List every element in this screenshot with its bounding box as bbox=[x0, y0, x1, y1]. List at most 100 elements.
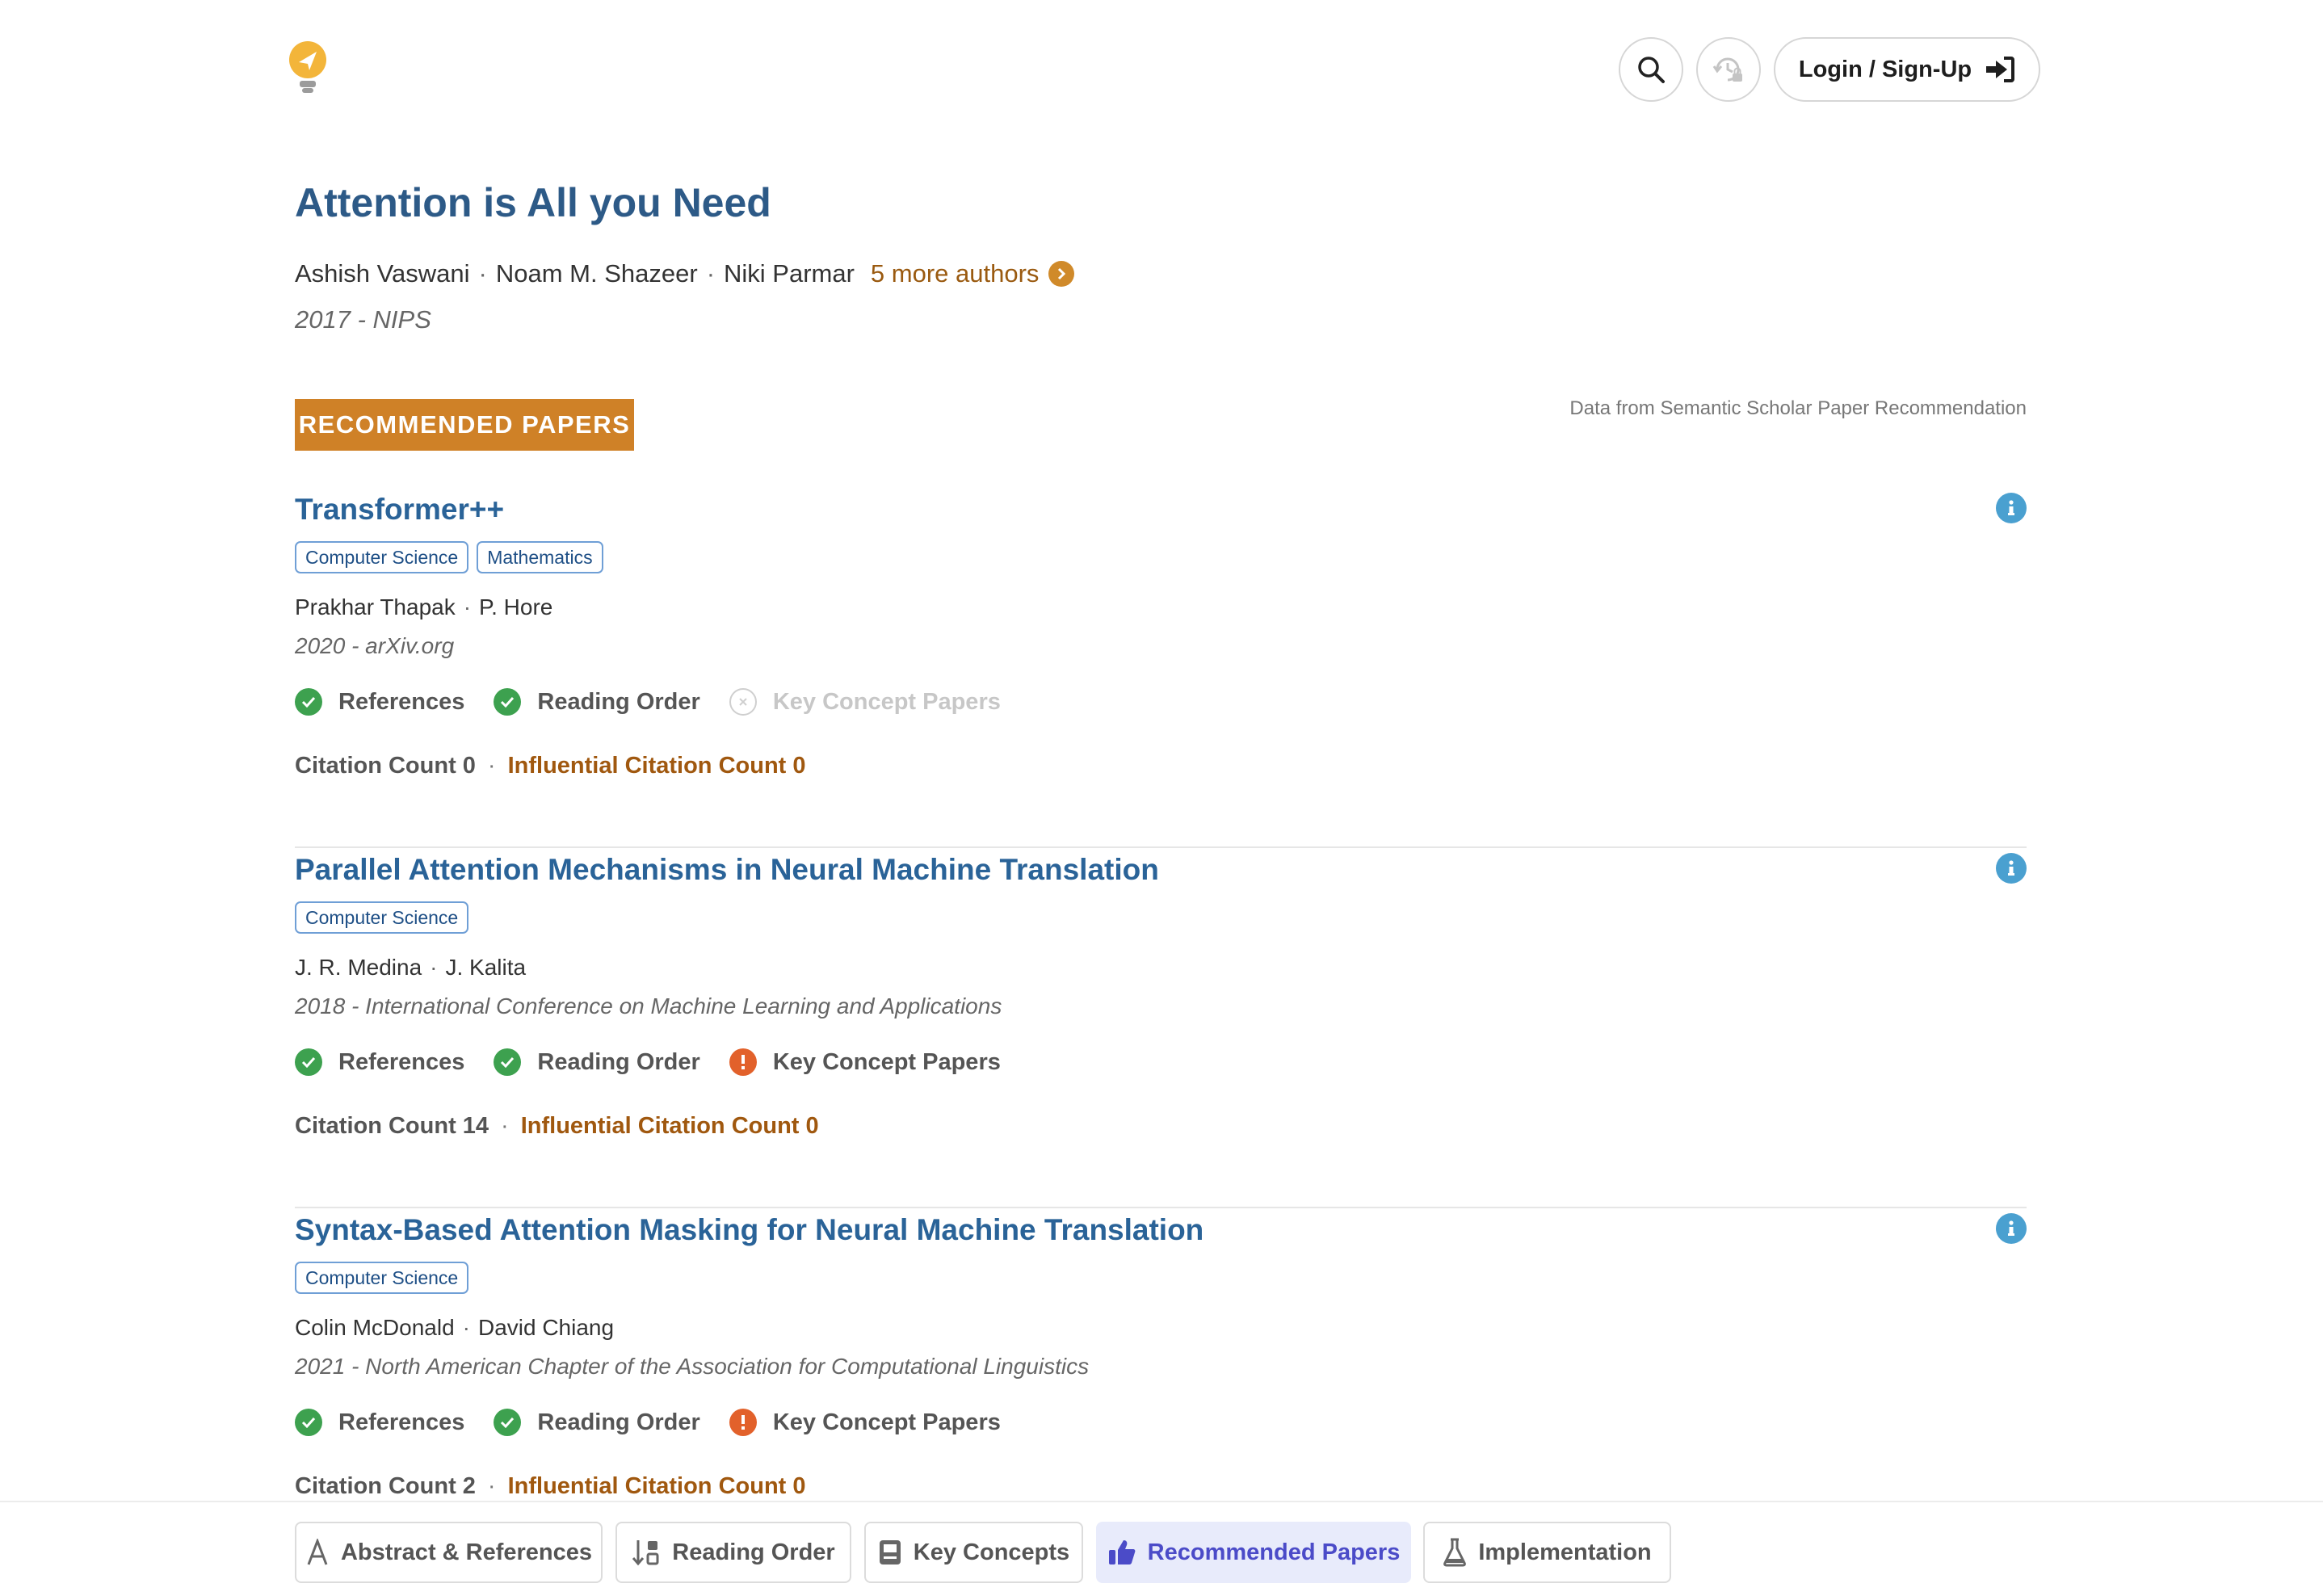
tab-key-concepts[interactable]: Key Concepts bbox=[864, 1522, 1083, 1583]
tab-label: Key Concepts bbox=[913, 1539, 1070, 1565]
tab-label: Reading Order bbox=[672, 1539, 835, 1565]
tag-list: Computer Science bbox=[295, 1262, 469, 1294]
author-separator: · bbox=[706, 259, 716, 288]
info-icon[interactable] bbox=[1996, 1213, 2027, 1244]
header: Login / Sign-Up bbox=[0, 0, 2323, 137]
recommended-paper-authors: Prakhar Thapak · P. Hore bbox=[295, 591, 552, 624]
feature-key-concept-papers: Key Concept Papers bbox=[729, 688, 1001, 716]
recommended-paper-year-venue: 2018 - International Conference on Machi… bbox=[295, 993, 1002, 1018]
field-tag[interactable]: Computer Science bbox=[295, 541, 469, 573]
check-circle-icon bbox=[494, 1048, 522, 1076]
author-separator: · bbox=[463, 594, 472, 620]
data-source-note: Data from Semantic Scholar Paper Recomme… bbox=[1569, 397, 2027, 419]
author-name[interactable]: P. Hore bbox=[479, 594, 552, 620]
logo[interactable] bbox=[288, 40, 328, 97]
citation-counts: Citation Count 0 · Influential Citation … bbox=[295, 753, 806, 779]
author-name[interactable]: Noam M. Shazeer bbox=[496, 259, 698, 288]
recommended-paper-card: Parallel Attention Mechanisms in Neural … bbox=[295, 848, 2027, 1208]
feature-label: Key Concept Papers bbox=[772, 1048, 1001, 1075]
tab-implementation[interactable]: Implementation bbox=[1423, 1522, 1671, 1583]
login-label: Login / Sign-Up bbox=[1798, 56, 1972, 82]
feature-references[interactable]: References bbox=[295, 688, 464, 716]
tag-list: Computer Science bbox=[295, 901, 469, 934]
tag-list: Computer Science Mathematics bbox=[295, 541, 603, 573]
author-name[interactable]: Prakhar Thapak bbox=[295, 594, 456, 620]
author-name[interactable]: David Chiang bbox=[478, 1315, 614, 1341]
recommended-paper-year-venue: 2021 - North American Chapter of the Ass… bbox=[295, 1354, 1090, 1379]
feature-label: References bbox=[338, 1409, 465, 1435]
paper-year-venue: 2017 - NIPS bbox=[295, 305, 431, 334]
sign-in-icon bbox=[1986, 57, 2015, 82]
feature-references[interactable]: References bbox=[295, 1048, 464, 1076]
citation-count: Citation Count 14 bbox=[295, 1113, 489, 1139]
field-tag[interactable]: Computer Science bbox=[295, 1262, 469, 1294]
search-button[interactable] bbox=[1619, 37, 1683, 102]
check-circle-icon bbox=[494, 1409, 522, 1436]
tab-label: Abstract & References bbox=[340, 1539, 593, 1565]
citation-count: Citation Count 0 bbox=[295, 753, 476, 779]
feature-label: Reading Order bbox=[537, 1409, 700, 1435]
feature-key-concept-papers[interactable]: Key Concept Papers bbox=[729, 1409, 1001, 1436]
feature-label: Reading Order bbox=[537, 1048, 700, 1075]
count-separator: · bbox=[501, 1113, 509, 1139]
feature-label: Key Concept Papers bbox=[772, 1409, 1001, 1435]
x-circle-icon bbox=[729, 688, 757, 716]
paper-authors: Ashish Vaswani · Noam M. Shazeer · Niki … bbox=[295, 257, 1075, 291]
author-name[interactable]: Ashish Vaswani bbox=[295, 259, 470, 288]
feature-label: Reading Order bbox=[537, 688, 700, 715]
more-authors-label: 5 more authors bbox=[870, 259, 1040, 288]
recommended-paper-title[interactable]: Parallel Attention Mechanisms in Neural … bbox=[295, 853, 1159, 887]
section-badge: RECOMMENDED PAPERS bbox=[295, 399, 634, 451]
abstract-icon bbox=[307, 1539, 328, 1565]
citation-counts: Citation Count 14 · Influential Citation… bbox=[295, 1113, 819, 1140]
check-circle-icon bbox=[295, 1409, 322, 1436]
check-circle-icon bbox=[295, 688, 322, 716]
bottom-nav: Abstract & References Reading Order Key … bbox=[0, 1501, 2323, 1596]
influential-citation-count: Influential Citation Count 0 bbox=[507, 1473, 806, 1499]
sort-icon bbox=[632, 1540, 659, 1566]
feature-label: Key Concept Papers bbox=[772, 688, 1001, 715]
tab-label: Implementation bbox=[1478, 1539, 1652, 1565]
count-separator: · bbox=[487, 753, 496, 779]
flask-icon bbox=[1443, 1538, 1467, 1567]
author-separator: · bbox=[478, 259, 487, 288]
recommended-paper-title[interactable]: Transformer++ bbox=[295, 493, 504, 527]
tab-recommended-papers[interactable]: Recommended Papers bbox=[1096, 1522, 1411, 1583]
check-circle-icon bbox=[494, 688, 522, 716]
tab-label: Recommended Papers bbox=[1147, 1539, 1401, 1565]
author-name[interactable]: J. Kalita bbox=[446, 955, 527, 981]
tab-abstract-references[interactable]: Abstract & References bbox=[295, 1522, 603, 1583]
info-icon[interactable] bbox=[1996, 493, 2027, 523]
author-separator: · bbox=[430, 955, 438, 980]
recommended-paper-authors: Colin McDonald · David Chiang bbox=[295, 1312, 614, 1344]
feature-label: References bbox=[338, 1048, 465, 1075]
more-authors-link[interactable]: 5 more authors bbox=[871, 259, 1075, 288]
citation-count: Citation Count 2 bbox=[295, 1473, 476, 1499]
field-tag[interactable]: Mathematics bbox=[477, 541, 603, 573]
feature-references[interactable]: References bbox=[295, 1409, 464, 1436]
field-tag[interactable]: Computer Science bbox=[295, 901, 469, 934]
tab-reading-order[interactable]: Reading Order bbox=[615, 1522, 851, 1583]
recommended-paper-card: Transformer++ Computer Science Mathemati… bbox=[295, 488, 2027, 848]
feature-key-concept-papers[interactable]: Key Concept Papers bbox=[729, 1048, 1001, 1076]
feature-reading-order[interactable]: Reading Order bbox=[494, 688, 700, 716]
feature-label: References bbox=[338, 688, 465, 715]
history-locked-icon bbox=[1712, 57, 1742, 82]
concepts-icon bbox=[879, 1540, 901, 1564]
thumbs-up-icon bbox=[1108, 1540, 1136, 1564]
author-name[interactable]: Colin McDonald bbox=[295, 1315, 455, 1341]
history-button[interactable] bbox=[1696, 37, 1761, 102]
influential-citation-count: Influential Citation Count 0 bbox=[520, 1113, 819, 1139]
author-name[interactable]: J. R. Medina bbox=[295, 955, 422, 981]
citation-counts: Citation Count 2 · Influential Citation … bbox=[295, 1473, 806, 1500]
login-signup-button[interactable]: Login / Sign-Up bbox=[1774, 37, 2040, 102]
feature-list: References Reading Order Key Concept Pap… bbox=[295, 1409, 1030, 1436]
count-separator: · bbox=[487, 1473, 496, 1499]
info-icon[interactable] bbox=[1996, 853, 2027, 884]
author-name[interactable]: Niki Parmar bbox=[724, 259, 855, 288]
exclamation-circle-icon bbox=[729, 1048, 757, 1076]
feature-reading-order[interactable]: Reading Order bbox=[494, 1409, 700, 1436]
feature-reading-order[interactable]: Reading Order bbox=[494, 1048, 700, 1076]
recommended-paper-title[interactable]: Syntax-Based Attention Masking for Neura… bbox=[295, 1213, 1204, 1247]
feature-list: References Reading Order Key Concept Pap… bbox=[295, 1048, 1030, 1076]
